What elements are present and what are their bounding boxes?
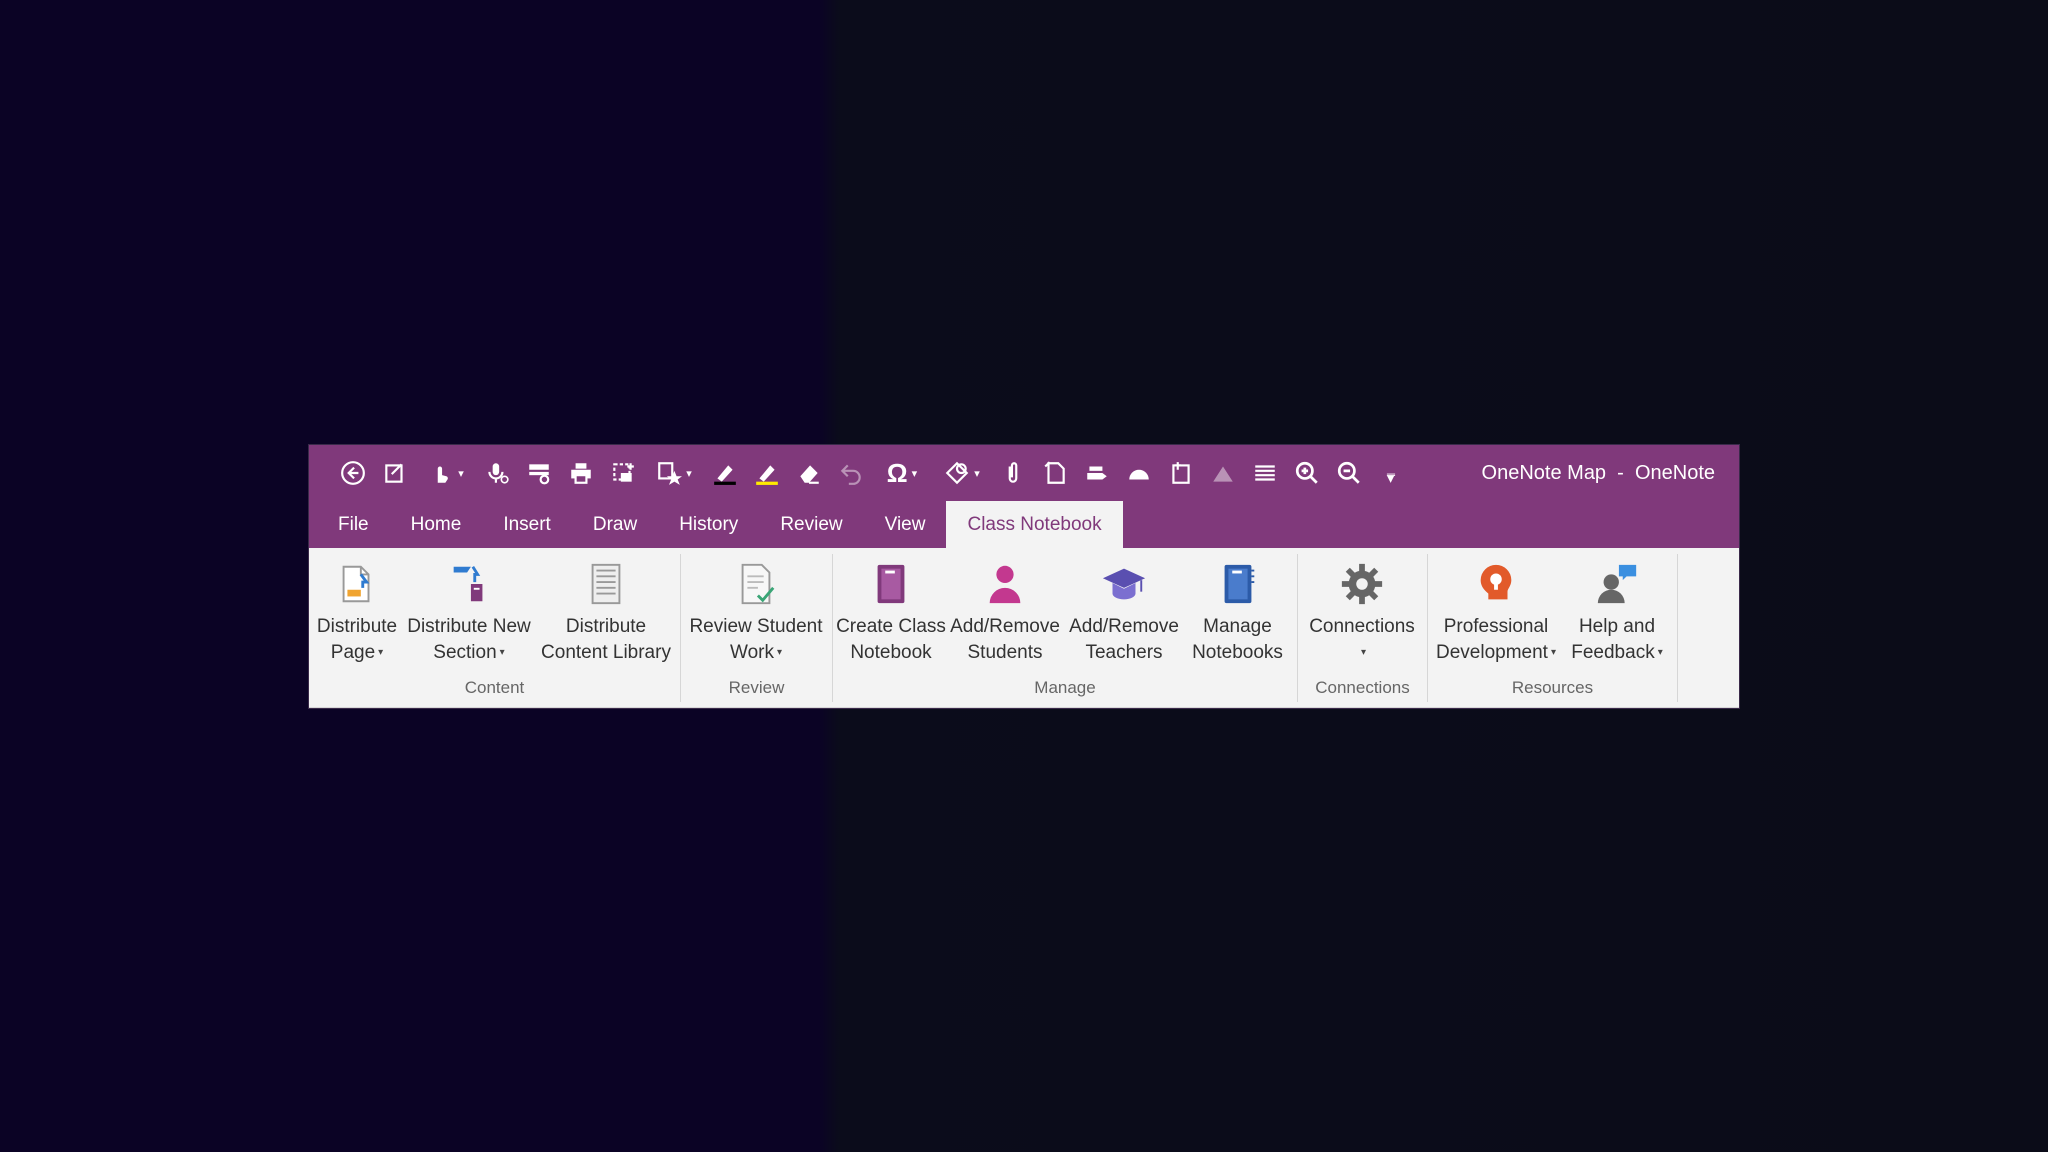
review-student-work-label-1: Review Student: [689, 616, 823, 637]
add-remove-teachers-button[interactable]: Add/Remove Teachers: [1063, 554, 1185, 672]
add-remove-students-button[interactable]: Add/Remove Students: [947, 554, 1063, 672]
class-notebook-icon: [865, 558, 917, 610]
new-page-icon[interactable]: [375, 453, 415, 493]
manage-notebooks-label-2: Notebooks: [1192, 642, 1283, 663]
ink-to-math-icon[interactable]: [1203, 453, 1243, 493]
group-manage: Create Class Notebook Add/Remove Students …: [833, 554, 1298, 702]
onenote-window: ▾ ▾ Ω ▾ ▾ ‗ ▾ OneNote Map - OneNote File…: [309, 445, 1739, 708]
undo-icon[interactable]: [831, 453, 871, 493]
group-label-manage: Manage: [1034, 678, 1096, 697]
tab-class-notebook[interactable]: Class Notebook: [946, 501, 1123, 548]
lightbulb-head-icon: [1470, 558, 1522, 610]
create-class-notebook-button[interactable]: Create Class Notebook: [835, 554, 947, 672]
ribbon: Distribute Page ▾ Distribute New Section ▾ D…: [309, 548, 1739, 708]
connections-label: Connections: [1309, 616, 1415, 637]
chevron-down-icon: ▾: [1360, 647, 1367, 658]
connections-button[interactable]: Connections ▾: [1300, 554, 1424, 672]
chevron-down-icon: ▾: [776, 647, 782, 658]
side-note-icon[interactable]: [1161, 453, 1201, 493]
chevron-down-icon: ▾: [499, 647, 505, 658]
review-student-work-icon: [730, 558, 782, 610]
chevron-down-icon: ▾: [1657, 647, 1663, 658]
tab-history[interactable]: History: [658, 501, 759, 548]
dock-to-desktop-icon[interactable]: [519, 453, 559, 493]
zoom-out-icon[interactable]: [1329, 453, 1369, 493]
screen-clipping-icon[interactable]: [603, 453, 643, 493]
create-class-notebook-label-1: Create Class: [836, 616, 946, 637]
gear-icon: [1336, 558, 1388, 610]
group-label-content: Content: [464, 678, 525, 697]
lasso-icon[interactable]: [1077, 453, 1117, 493]
help-and-feedback-label-2: Feedback: [1571, 642, 1655, 664]
distribute-new-section-button[interactable]: Distribute New Section ▾: [403, 554, 535, 672]
group-label-review: Review: [728, 678, 785, 697]
distribute-new-section-label-1: Distribute New: [407, 616, 531, 637]
manage-notebooks-button[interactable]: Manage Notebooks: [1185, 554, 1290, 672]
tab-home[interactable]: Home: [390, 501, 483, 548]
dictate-icon[interactable]: [477, 453, 517, 493]
tab-draw[interactable]: Draw: [572, 501, 658, 548]
group-connections: Connections ▾ Connections: [1298, 554, 1428, 702]
attach-file-icon[interactable]: [993, 453, 1033, 493]
tab-review[interactable]: Review: [759, 501, 863, 548]
distribute-content-library-label-2: Content Library: [541, 642, 671, 663]
quick-access-toolbar: ▾ ▾ Ω ▾ ▾ ‗ ▾: [333, 453, 1411, 493]
help-feedback-icon: [1591, 558, 1643, 610]
tab-view[interactable]: View: [864, 501, 947, 548]
add-remove-students-label-2: Students: [967, 642, 1043, 663]
distribute-page-button[interactable]: Distribute Page ▾: [311, 554, 403, 672]
manage-notebooks-icon: [1212, 558, 1264, 610]
group-label-resources: Resources: [1511, 678, 1594, 697]
highlighter-icon[interactable]: [747, 453, 787, 493]
group-resources: Professional Development ▾ Help and Feedbac…: [1428, 554, 1678, 702]
pen-icon[interactable]: [705, 453, 745, 493]
group-label-connections: Connections: [1315, 678, 1410, 697]
help-and-feedback-button[interactable]: Help and Feedback ▾: [1562, 554, 1672, 672]
page-template-icon[interactable]: [1035, 453, 1075, 493]
content-library-icon: [580, 558, 632, 610]
add-remove-teachers-label-1: Add/Remove: [1069, 616, 1179, 637]
customize-qat-icon[interactable]: ‗ ▾: [1371, 453, 1411, 493]
distribute-content-library-button[interactable]: Distribute Content Library: [535, 554, 677, 672]
tab-insert[interactable]: Insert: [482, 501, 572, 548]
tab-file[interactable]: File: [317, 501, 390, 548]
group-review: Review Student Work ▾ Review: [681, 554, 833, 702]
distribute-page-label-2: Page: [330, 642, 376, 664]
add-remove-students-label-1: Add/Remove: [950, 616, 1060, 637]
ribbon-tabs: File Home Insert Draw History Review Vie…: [309, 501, 1739, 548]
print-icon[interactable]: [561, 453, 601, 493]
distribute-new-section-label-2: Section: [433, 642, 497, 664]
chevron-down-icon: ▾: [378, 647, 384, 658]
align-icon[interactable]: [1245, 453, 1285, 493]
touch-mode-icon[interactable]: ▾: [417, 453, 475, 493]
professional-development-button[interactable]: Professional Development ▾: [1430, 554, 1562, 672]
review-student-work-label-2: Work: [729, 642, 774, 664]
create-class-notebook-label-2: Notebook: [850, 642, 932, 663]
symbol-icon[interactable]: Ω ▾: [873, 453, 931, 493]
back-icon[interactable]: [333, 453, 373, 493]
zoom-in-icon[interactable]: [1287, 453, 1327, 493]
chevron-down-icon: ▾: [1550, 647, 1556, 658]
professional-development-label-2: Development: [1436, 642, 1548, 664]
graduation-cap-icon: [1098, 558, 1150, 610]
distribute-new-section-icon: [443, 558, 495, 610]
distribute-page-icon: [331, 558, 383, 610]
window-title: OneNote Map - OneNote: [1481, 461, 1715, 484]
add-remove-teachers-label-2: Teachers: [1085, 642, 1163, 663]
review-student-work-button[interactable]: Review Student Work ▾: [683, 554, 829, 672]
group-content: Distribute Page ▾ Distribute New Section ▾ D…: [309, 554, 681, 702]
student-icon: [979, 558, 1031, 610]
professional-development-label-1: Professional: [1443, 616, 1549, 637]
distribute-page-label-1: Distribute: [316, 616, 398, 637]
eraser-icon[interactable]: [789, 453, 829, 493]
distribute-content-library-label-1: Distribute: [565, 616, 647, 637]
title-bar: ▾ ▾ Ω ▾ ▾ ‗ ▾ OneNote Map - OneNote: [309, 445, 1739, 501]
panning-hand-icon[interactable]: [1119, 453, 1159, 493]
manage-notebooks-label-1: Manage: [1203, 616, 1272, 637]
help-and-feedback-label-1: Help and: [1578, 616, 1656, 637]
tag-icon[interactable]: ▾: [645, 453, 703, 493]
shapes-icon[interactable]: ▾: [933, 453, 991, 493]
